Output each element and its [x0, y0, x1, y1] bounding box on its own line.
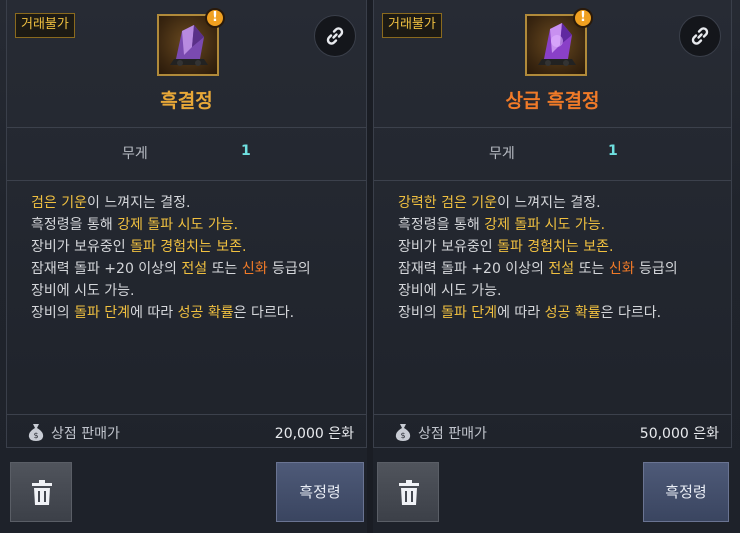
delete-item-button[interactable] [377, 462, 439, 522]
item-tooltip-panel-right: 거래불가 ! 상급 흑결정 무게 1 강력한 검은 기운이 느껴지는 결정. 흑… [373, 0, 740, 533]
description-segment: 은 다르다. [600, 305, 662, 321]
link-button[interactable] [679, 15, 721, 57]
weight-value: 1 [608, 143, 618, 159]
description-segment: 잠재력 돌파 +20 이상의 [398, 261, 549, 277]
description-line: 장비의 돌파 단계에 따라 성공 확률은 다르다. [31, 302, 354, 324]
description-segment: 에 따라 [497, 305, 545, 321]
description-segment: 돌파 경험치는 보존. [497, 239, 614, 255]
description-line: 장비에 시도 가능. [398, 280, 719, 302]
shop-price-row: $ 상점 판매가 20,000 은화 [7, 414, 366, 448]
description-segment: 강력한 검은 기운 [398, 195, 498, 211]
description-line: 잠재력 돌파 +20 이상의 전설 또는 신화 등급의 [31, 258, 354, 280]
crystal-icon [538, 23, 576, 66]
weight-label: 무게 [122, 146, 148, 162]
concentrated-black-stone-item-icon[interactable]: ! [525, 8, 593, 76]
description-line: 장비의 돌파 단계에 따라 성공 확률은 다르다. [398, 302, 719, 324]
item-name: 흑결정 [160, 90, 213, 112]
alert-icon: ! [205, 8, 225, 28]
shop-price-label: 상점 판매가 [418, 426, 487, 442]
description-line: 장비가 보유중인 돌파 경험치는 보존. [398, 236, 719, 258]
description-segment: 이 느껴지는 결정. [497, 195, 601, 211]
trade-restriction-badge: 거래불가 [15, 13, 75, 38]
item-description: 검은 기운이 느껴지는 결정. 흑정령을 통해 강제 돌파 시도 가능. 장비가 보… [31, 192, 354, 324]
description-line: 장비가 보유중인 돌파 경험치는 보존. [31, 236, 354, 258]
description-line: 검은 기운이 느껴지는 결정. [31, 192, 354, 214]
svg-text:$: $ [33, 431, 38, 440]
black-spirit-button[interactable]: 흑정령 [276, 462, 364, 522]
link-button[interactable] [314, 15, 356, 57]
description-segment: 등급의 [634, 261, 678, 277]
description-segment: 검은 기운 [31, 195, 87, 211]
description-segment: 신화 [241, 261, 268, 277]
link-icon [691, 27, 709, 45]
description-segment: 잠재력 돌파 +20 이상의 [31, 261, 182, 277]
svg-text:$: $ [400, 431, 405, 440]
description-segment: 돌파 경험치는 보존. [130, 239, 247, 255]
description-segment: 등급의 [267, 261, 311, 277]
description-segment: 장비가 보유중인 [398, 239, 498, 255]
description-segment: 성공 확률 [544, 305, 601, 321]
item-name: 상급 흑결정 [505, 90, 600, 112]
weight-value: 1 [241, 143, 251, 159]
shop-price-value: 20,000 은화 [274, 426, 354, 442]
description-segment: 성공 확률 [177, 305, 234, 321]
item-header: 거래불가 ! [7, 0, 366, 128]
description-line: 강력한 검은 기운이 느껴지는 결정. [398, 192, 719, 214]
item-card: 거래불가 ! [6, 0, 367, 448]
description-segment: 흑정령을 통해 [31, 217, 118, 233]
black-stone-item-icon[interactable]: ! [157, 8, 225, 76]
description-segment: 돌파 단계 [74, 305, 131, 321]
description-line: 장비에 시도 가능. [31, 280, 354, 302]
black-spirit-button[interactable]: 흑정령 [643, 462, 729, 522]
description-segment: 장비의 [31, 305, 75, 321]
description-segment: 장비에 시도 가능. [31, 283, 135, 299]
description-segment: 장비의 [398, 305, 442, 321]
description-segment: 이 느껴지는 결정. [86, 195, 191, 211]
description-segment: 신화 [608, 261, 635, 277]
item-card: 거래불가 ! [373, 0, 732, 448]
crystal-icon [170, 25, 208, 66]
shop-price-row: $ 상점 판매가 50,000 은화 [374, 414, 731, 448]
money-bag-icon: $ [395, 424, 411, 441]
description-segment: 또는 [207, 261, 242, 277]
description-segment: 전설 [548, 261, 575, 277]
description-segment: 장비가 보유중인 [31, 239, 131, 255]
delete-item-button[interactable] [10, 462, 72, 522]
trade-restriction-badge: 거래불가 [382, 13, 442, 38]
description-line: 잠재력 돌파 +20 이상의 전설 또는 신화 등급의 [398, 258, 719, 280]
money-bag-icon: $ [28, 424, 44, 441]
description-segment: 은 다르다. [233, 305, 295, 321]
alert-icon: ! [573, 8, 593, 28]
description-segment: 에 따라 [130, 305, 178, 321]
description-segment: 흑정령을 통해 [398, 217, 485, 233]
shop-price-value: 50,000 은화 [639, 426, 719, 442]
item-tooltip-panel-left: 거래불가 ! 흑결정 무게 1 검은 기운이 느껴지는 결정. 흑정령을 통해 … [0, 0, 367, 533]
description-segment: 또는 [574, 261, 609, 277]
item-header: 거래불가 ! [374, 0, 731, 128]
weight-label: 무게 [489, 146, 515, 162]
description-segment: 돌파 단계 [441, 305, 498, 321]
item-description: 강력한 검은 기운이 느껴지는 결정. 흑정령을 통해 강제 돌파 시도 가능. 장… [398, 192, 719, 324]
link-icon [326, 27, 344, 45]
description-segment: 전설 [181, 261, 208, 277]
trash-icon [399, 480, 419, 505]
description-line: 흑정령을 통해 강제 돌파 시도 가능. [31, 214, 354, 236]
description-segment: 장비에 시도 가능. [398, 283, 502, 299]
shop-price-label: 상점 판매가 [51, 426, 120, 442]
description-segment: 강제 돌파 시도 가능. [117, 217, 239, 233]
description-segment: 강제 돌파 시도 가능. [484, 217, 606, 233]
trash-icon [32, 480, 52, 505]
weight-row: 무게 1 [374, 128, 731, 181]
weight-row: 무게 1 [7, 128, 366, 181]
description-line: 흑정령을 통해 강제 돌파 시도 가능. [398, 214, 719, 236]
